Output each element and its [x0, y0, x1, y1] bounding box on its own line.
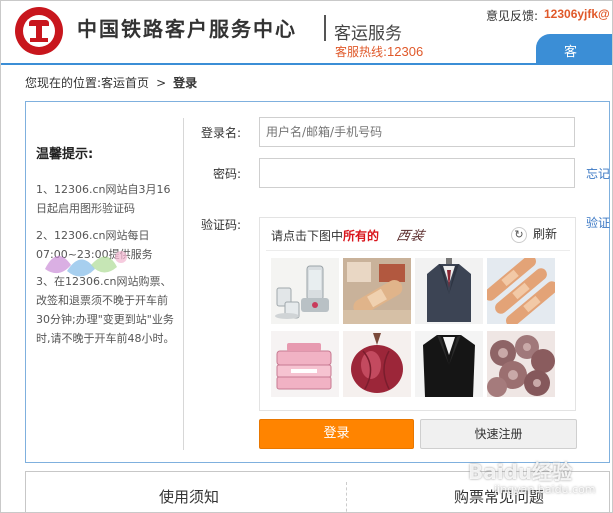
brand-title: 中国铁路客户服务中心: [77, 17, 297, 41]
feedback-email-link[interactable]: 12306yjfk@: [544, 7, 610, 21]
password-input[interactable]: [260, 159, 574, 187]
tips-title: 温馨提示:: [36, 147, 94, 162]
username-field-wrapper: [259, 117, 575, 147]
login-button[interactable]: 登录: [259, 419, 414, 449]
captcha-help-link[interactable]: 验证: [586, 214, 610, 231]
captcha-image-bandages[interactable]: [487, 258, 555, 324]
breadcrumb-home-link[interactable]: 客运首页: [101, 76, 149, 90]
quick-register-button[interactable]: 快速注册: [420, 419, 577, 449]
panel-divider: [183, 118, 184, 450]
hotline-number: 12306: [387, 44, 424, 59]
password-field-wrapper: [259, 158, 575, 188]
tip-item: 1、12306.cn网站自3月16日起启用图形验证码: [36, 183, 171, 215]
captcha-prompt-highlight: 所有的: [343, 229, 380, 243]
site-header: 中国铁路客户服务中心 客运服务 客服热线:12306 意见反馈: 12306yj…: [1, 1, 612, 65]
hotline: 客服热线:12306: [335, 43, 423, 60]
captcha-label: 验证码:: [201, 218, 242, 232]
captcha-box: 请点击下图中所有的 西装 ↻ 刷新: [259, 217, 576, 411]
breadcrumb-prefix: 您现在的位置:: [25, 76, 102, 90]
nav-tab-passenger[interactable]: 客: [536, 34, 612, 65]
captcha-prompt-prefix: 请点击下图中: [271, 229, 344, 243]
bottom-divider: [346, 482, 347, 512]
captcha-image-lunchbox[interactable]: [271, 331, 339, 397]
hotline-label: 客服热线:: [335, 45, 388, 59]
refresh-label: 刷新: [533, 227, 558, 241]
captcha-refresh-button[interactable]: ↻ 刷新: [511, 225, 557, 243]
captcha-image-mushrooms[interactable]: [487, 331, 555, 397]
breadcrumb-separator: >: [156, 76, 167, 90]
watermark-logo-icon: [37, 235, 133, 293]
browser-frame: 中国铁路客户服务中心 客运服务 客服热线:12306 意见反馈: 12306yj…: [0, 0, 613, 513]
captcha-image-bandage[interactable]: [343, 258, 411, 324]
captcha-prompt: 请点击下图中所有的: [271, 227, 379, 244]
password-label: 密码:: [213, 167, 242, 181]
baidu-watermark-text: Baidu经验: [468, 460, 573, 484]
captcha-image-jacket[interactable]: [415, 331, 483, 397]
captcha-image-onion[interactable]: [343, 331, 411, 397]
captcha-target-word: 西装: [394, 229, 427, 244]
forgot-password-link[interactable]: 忘记: [586, 165, 610, 182]
brand-divider: [324, 15, 326, 41]
refresh-icon: ↻: [511, 227, 527, 243]
brand-subtitle: 客运服务: [334, 24, 402, 44]
nav-tab-label: 客: [564, 45, 578, 60]
captcha-image-juicer[interactable]: [271, 258, 339, 324]
feedback-label: 意见反馈:: [486, 9, 539, 23]
nav-underline: [1, 63, 612, 65]
captcha-image-suit[interactable]: [415, 258, 483, 324]
tab-usage-notice[interactable]: 使用须知: [159, 486, 219, 507]
baidu-watermark-url: jingyan.baidu.com: [494, 483, 596, 496]
breadcrumb-current: 登录: [173, 76, 198, 90]
railway-logo-icon[interactable]: [15, 7, 63, 55]
breadcrumb: 您现在的位置:客运首页 > 登录: [25, 74, 197, 91]
baidu-watermark: Baidu经验 jingyan.baidu.com: [468, 456, 596, 496]
username-label: 登录名:: [201, 126, 242, 140]
captcha-divider: [266, 250, 570, 251]
username-input[interactable]: [260, 118, 574, 146]
